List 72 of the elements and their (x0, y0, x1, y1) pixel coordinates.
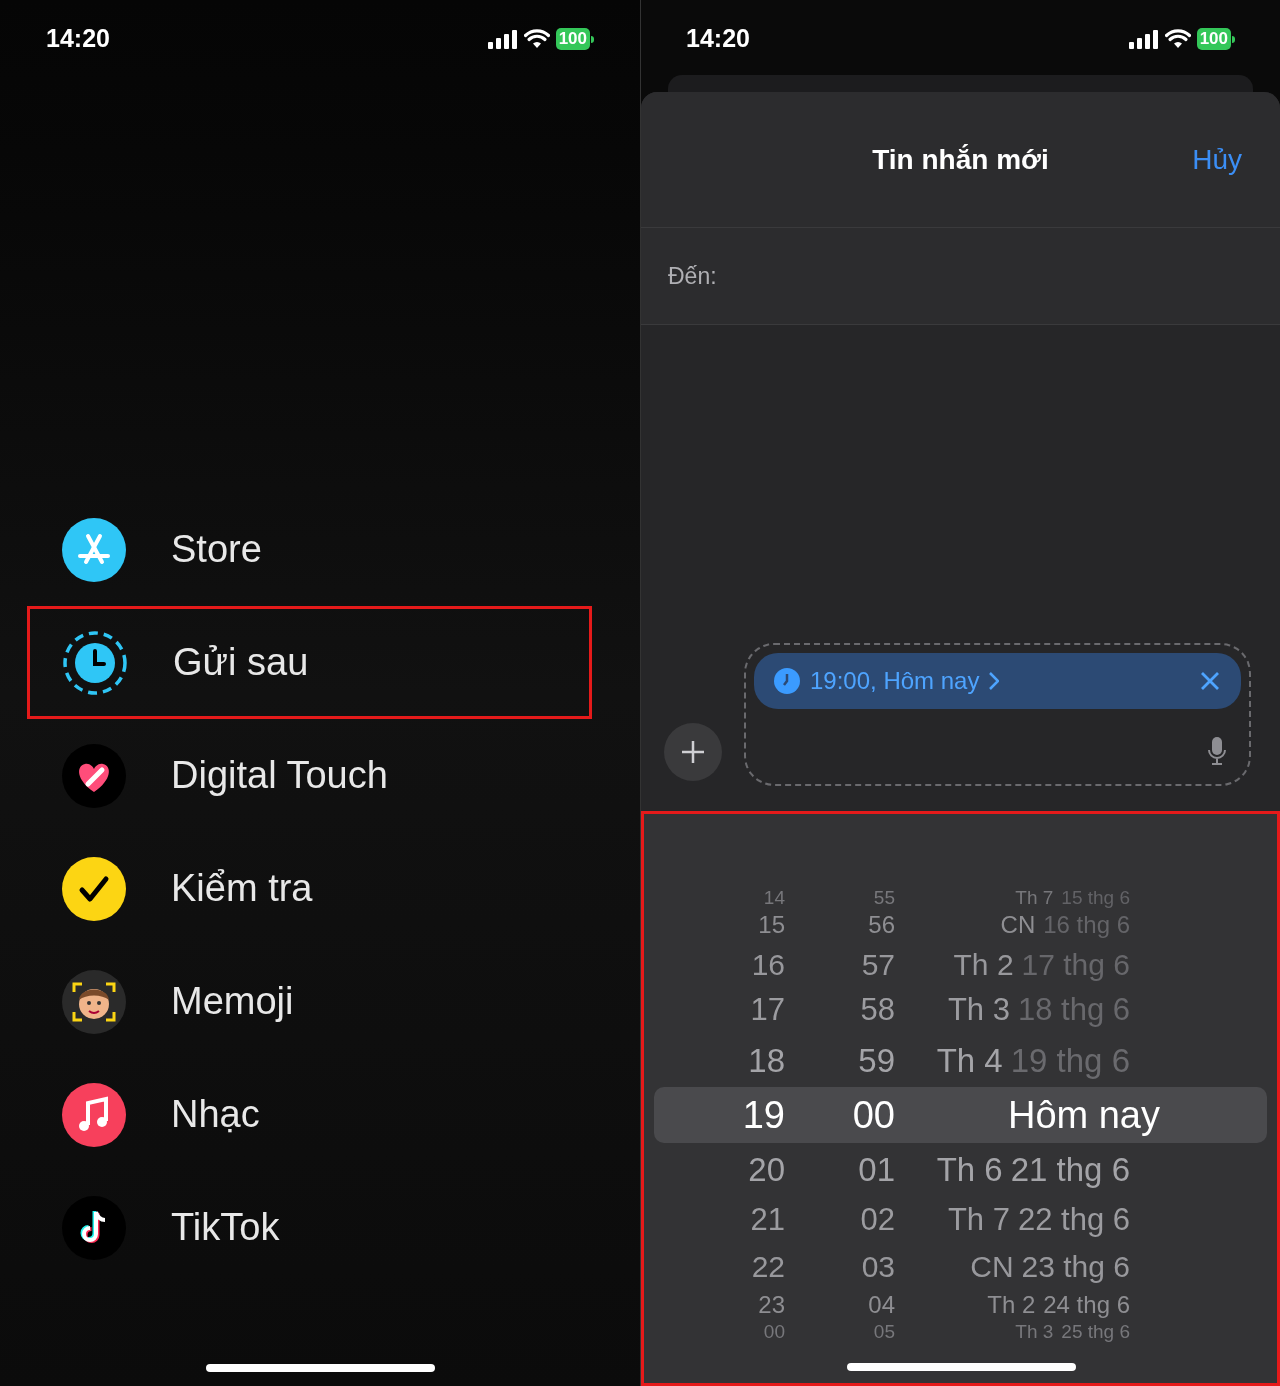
message-field[interactable]: 19:00, Hôm nay (744, 643, 1251, 786)
selected-picker-row[interactable]: 19 00 Hôm nay (654, 1087, 1267, 1143)
menu-label: Store (171, 527, 262, 572)
battery-tip (591, 35, 594, 43)
hour-option[interactable]: 18 (748, 1035, 785, 1086)
menu-label: Digital Touch (171, 753, 388, 798)
weekday-option[interactable]: Th 3 (947, 986, 1010, 1034)
menu-item[interactable]: TikTok (27, 1171, 592, 1284)
cancel-button[interactable]: Hủy (1192, 138, 1242, 181)
app-store-icon (62, 517, 126, 582)
checkmark-icon (62, 856, 126, 921)
minute-option[interactable]: 58 (860, 986, 895, 1034)
music-note-icon (62, 1082, 126, 1147)
hour-option[interactable]: 22 (751, 1243, 785, 1289)
menu-label: Gửi sau (173, 640, 309, 685)
minute-option[interactable]: 01 (858, 1144, 895, 1195)
clock-icon (774, 668, 800, 694)
sheet-title: Tin nhắn mới (872, 142, 1049, 177)
hour-option[interactable]: 16 (751, 941, 785, 987)
picker-row[interactable]: 20 01 Th 6 21 thg 6 (654, 1143, 1267, 1196)
highlighted-menu-item[interactable]: Gửi sau (27, 606, 592, 719)
schedule-chip[interactable]: 19:00, Hôm nay (754, 653, 1241, 709)
recipient-label: Đến: (668, 261, 717, 291)
music-note-icon (62, 1195, 126, 1260)
menu-label: Nhạc (171, 1092, 260, 1137)
status-time: 14:20 (46, 23, 110, 55)
weekday-option[interactable]: Th 4 (936, 1035, 1003, 1086)
clock-icon (62, 629, 128, 696)
minute-option[interactable]: 59 (858, 1035, 895, 1086)
schedule-time: 19:00, Hôm nay (810, 666, 980, 696)
battery-level: 100 (555, 28, 590, 50)
menu-item[interactable]: Store (27, 493, 592, 606)
weekday-option[interactable]: Th 7 (947, 1196, 1010, 1244)
signal-icon (1128, 29, 1159, 49)
minute-option[interactable]: 57 (861, 941, 895, 987)
cartoon-face-icon (62, 969, 126, 1034)
picker-row[interactable]: 21 02 Th 7 22 thg 6 (654, 1196, 1267, 1244)
plus-icon (681, 740, 705, 764)
menu-label: TikTok (171, 1205, 280, 1250)
status-time: 14:20 (686, 23, 750, 55)
date-option[interactable]: 19 thg 6 (1010, 1035, 1130, 1086)
minute-option[interactable]: 00 (852, 1086, 895, 1144)
battery-tip (1232, 35, 1235, 43)
close-icon[interactable] (1201, 672, 1219, 690)
minute-option[interactable]: 03 (861, 1243, 895, 1289)
menu-label: Memoji (171, 979, 294, 1024)
menu-item[interactable]: Kiểm tra (27, 832, 592, 945)
hour-option[interactable]: 19 (742, 1086, 785, 1144)
menu-item[interactable]: Digital Touch (27, 719, 592, 832)
signal-icon (487, 29, 518, 49)
weekday-option[interactable]: Th 2 (953, 941, 1014, 987)
menu-item[interactable]: Memoji (27, 945, 592, 1058)
hour-option[interactable]: 17 (750, 986, 785, 1034)
hour-option[interactable]: 21 (750, 1196, 785, 1244)
wifi-icon (523, 29, 550, 49)
date-option[interactable]: 23 thg 6 (1021, 1243, 1130, 1289)
minute-option[interactable]: 02 (860, 1196, 895, 1244)
chevron-right-icon (989, 672, 1000, 690)
date-option[interactable]: 21 thg 6 (1010, 1144, 1130, 1195)
date-time-picker[interactable] (641, 811, 1280, 1386)
date-option[interactable]: Hôm nay (1007, 1086, 1160, 1144)
hour-option[interactable]: 20 (748, 1144, 785, 1195)
weekday-option[interactable]: Th 6 (936, 1144, 1003, 1195)
picker-row[interactable]: 18 59 Th 4 19 thg 6 (654, 1034, 1267, 1087)
battery-level: 100 (1196, 28, 1231, 50)
picker-row[interactable]: 22 03 CN 23 thg 6 (654, 1244, 1267, 1288)
date-option[interactable]: 22 thg 6 (1017, 1196, 1130, 1244)
menu-label: Kiểm tra (171, 866, 313, 911)
microphone-icon[interactable] (1207, 736, 1227, 766)
menu-item[interactable]: Nhạc (27, 1058, 592, 1171)
wifi-icon (1164, 29, 1191, 49)
weekday-option[interactable]: CN (970, 1243, 1014, 1289)
